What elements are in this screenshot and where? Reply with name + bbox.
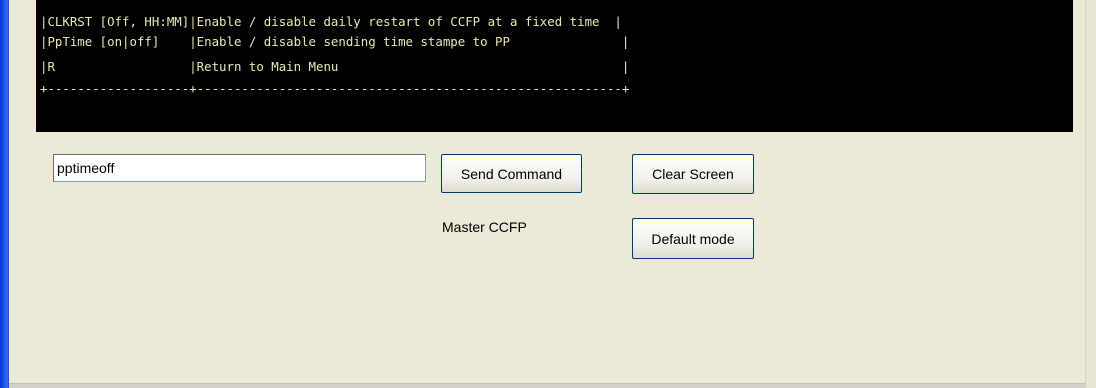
default-mode-button[interactable]: Default mode bbox=[632, 218, 754, 259]
console-line: |R |Return to Main Menu | bbox=[40, 59, 630, 74]
clear-screen-button[interactable]: Clear Screen bbox=[632, 154, 754, 194]
window-left-border bbox=[0, 0, 9, 388]
console-line: |CLKRST [Off, HH:MM]|Enable / disable da… bbox=[40, 14, 622, 29]
window-bottom-border bbox=[9, 383, 1086, 388]
console-line: |PpTime [on|off] |Enable / disable sendi… bbox=[40, 34, 630, 49]
master-status-label: Master CCFP bbox=[442, 219, 527, 235]
console-line: +-------------------+-------------------… bbox=[40, 81, 630, 96]
window-right-border bbox=[1085, 0, 1096, 388]
send-command-button[interactable]: Send Command bbox=[441, 154, 582, 193]
command-input[interactable] bbox=[53, 154, 426, 182]
console-output[interactable]: |CLKRST [Off, HH:MM]|Enable / disable da… bbox=[36, 0, 1073, 132]
